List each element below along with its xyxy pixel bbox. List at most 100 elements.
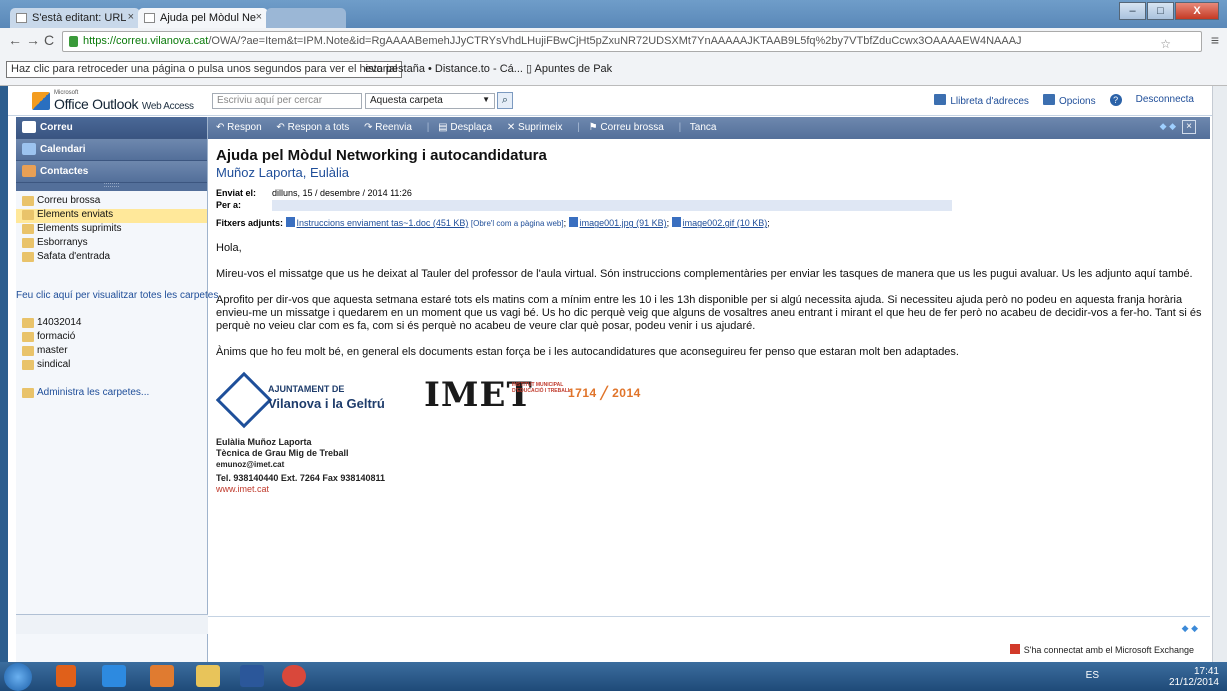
menu-icon[interactable]: ≡: [1211, 32, 1219, 48]
recipients-field: [272, 200, 952, 212]
new-tab-button[interactable]: [266, 8, 346, 28]
folder-master[interactable]: master: [16, 345, 208, 359]
image-icon: [671, 217, 681, 228]
move-button[interactable]: ▤ Desplaça: [438, 122, 498, 133]
tab-label: Ajuda pel Mòdul Ne: [160, 12, 257, 24]
exchange-icon: [1009, 644, 1020, 654]
owa-header: Microsoft Office Outlook Web Access Escr…: [8, 86, 1212, 116]
options-icon: [1042, 94, 1055, 105]
mail-icon: [22, 121, 36, 133]
paragraph-3: Ànims que ho feu molt bé, en general els…: [216, 346, 959, 359]
back-icon[interactable]: ←: [8, 32, 22, 48]
folder-icon: [22, 360, 34, 370]
folder-icon: [22, 210, 34, 220]
media-player-icon[interactable]: [56, 665, 76, 687]
nav-calendar[interactable]: Calendari: [16, 139, 207, 161]
language-indicator[interactable]: ES: [1086, 670, 1099, 681]
close-window-button[interactable]: X: [1175, 2, 1219, 20]
office-logo-icon: [32, 92, 50, 110]
to-row: Per a:: [216, 200, 1210, 212]
attachment-doc[interactable]: Instruccions enviament tas~1.doc (451 KB…: [297, 218, 469, 228]
junk-button[interactable]: ⚑ Correu brossa: [589, 122, 670, 133]
minimize-button[interactable]: –: [1119, 2, 1146, 20]
folder-inbox[interactable]: Safata d'entrada: [16, 251, 207, 265]
message-sender[interactable]: Muñoz Laporta, Eulàlia: [216, 165, 1210, 180]
attachment-jpg[interactable]: image001.jpg (91 KB): [580, 218, 667, 228]
contacts-icon: [22, 165, 36, 177]
nav-mail[interactable]: Correu: [16, 117, 207, 139]
maximize-button[interactable]: □: [1147, 2, 1174, 20]
page-icon: [16, 13, 27, 23]
book-icon: [934, 94, 947, 105]
folder-junk[interactable]: Correu brossa: [16, 195, 207, 209]
page-scrollbar[interactable]: [1212, 86, 1227, 662]
folder-icon: [22, 332, 34, 342]
open-as-webpage-link[interactable]: [Obre'l com a pàgina web]: [471, 219, 564, 228]
explorer-icon[interactable]: [196, 665, 220, 687]
folder-icon: [22, 238, 34, 248]
paragraph-2: Aprofito per dir-vos que aquesta setmana…: [216, 294, 1202, 333]
tab-editing-url[interactable]: S'està editant: URL ×: [10, 8, 140, 28]
signature-block: Eulàlia Muñoz Laporta Tècnica de Grau Mi…: [216, 437, 1210, 495]
forward-button[interactable]: ↷ Reenvia: [364, 122, 418, 133]
logout-link[interactable]: Desconnecta: [1136, 94, 1194, 107]
word-doc-icon: [285, 217, 295, 228]
close-message-button[interactable]: Tanca: [690, 122, 717, 133]
tab-label: S'està editant: URL: [32, 12, 127, 24]
app-icon[interactable]: [150, 665, 174, 687]
windows-taskbar: ES 17:41 21/12/2014: [0, 662, 1227, 691]
folder-formacio[interactable]: formació: [16, 331, 208, 345]
address-book-link[interactable]: Llibreta d'adreces: [934, 94, 1029, 107]
folder-14032014[interactable]: 14032014: [16, 317, 208, 331]
prev-next-icon[interactable]: ◆ ◆: [1160, 121, 1176, 132]
show-all-folders-link[interactable]: Feu clic aquí per visualitzar totes les …: [16, 290, 218, 301]
resize-grip[interactable]: ::::::::: [16, 182, 207, 191]
imet-logo: IMET: [424, 375, 533, 416]
delete-button[interactable]: ✕ Suprimeix: [507, 122, 569, 133]
star-icon[interactable]: ☆: [1160, 37, 1171, 51]
manage-folders-link[interactable]: Administra les carpetes...: [16, 387, 149, 401]
reply-button[interactable]: ↶ Respon: [216, 122, 268, 133]
forward-icon[interactable]: →: [26, 32, 40, 48]
url-path: /OWA/?ae=Item&t=IPM.Note&id=RgAAAABemehJ…: [208, 35, 1022, 47]
internet-explorer-icon[interactable]: [102, 665, 126, 687]
options-link[interactable]: Opcions: [1042, 94, 1096, 107]
folder-drafts[interactable]: Esborranys: [16, 237, 207, 251]
word-icon[interactable]: [240, 665, 264, 687]
start-button[interactable]: [4, 663, 32, 691]
close-icon[interactable]: ×: [1182, 120, 1196, 134]
website-link[interactable]: www.imet.cat: [216, 484, 1210, 495]
message-subject: Ajuda pel Mòdul Networking i autocandida…: [216, 147, 547, 164]
address-bar[interactable]: https://correu.vilanova.cat/OWA/?ae=Item…: [62, 31, 1202, 52]
folder-deleted[interactable]: Elements suprimits: [16, 223, 207, 237]
owa-app: Microsoft Office Outlook Web Access Escr…: [8, 86, 1212, 662]
nav-contacts[interactable]: Contactes: [16, 161, 207, 183]
help-icon[interactable]: ?: [1109, 94, 1122, 106]
folder-sent[interactable]: Elements enviats: [16, 209, 207, 223]
left-navigation: Correu Calendari Contactes :::::::: Corr…: [16, 117, 218, 662]
attachment-gif[interactable]: image002.gif (10 KB): [683, 218, 768, 228]
header-links: Llibreta d'adreces Opcions ? Desconnecta: [934, 94, 1194, 107]
search-input[interactable]: Escriviu aquí per cercar: [212, 93, 362, 109]
lock-icon: [69, 36, 78, 47]
back-tooltip: Haz clic para retroceder una página o pu…: [6, 61, 403, 78]
close-icon[interactable]: ×: [256, 11, 262, 23]
attachments-row: Fitxers adjunts: Instruccions enviament …: [216, 217, 770, 229]
close-icon[interactable]: ×: [128, 11, 134, 23]
bookmarks-bar[interactable]: eva pestaña • Distance.to - Cá... ▯ Apun…: [365, 62, 612, 75]
folder-icon: [22, 318, 34, 328]
chrome-icon[interactable]: [282, 665, 306, 687]
signature-logos: AJUNTAMENT DE Vilanova i la Geltrú IMET …: [216, 371, 1210, 429]
message-body: Hola, Mireu-vos el missatge que us he de…: [216, 242, 1210, 359]
sent-row: Enviat el: dilluns, 15 / desembre / 2014 …: [216, 188, 412, 198]
reload-icon[interactable]: C: [44, 32, 54, 48]
search-button[interactable]: ⌕: [497, 92, 513, 109]
clock-date[interactable]: 21/12/2014: [1169, 677, 1219, 688]
tab-active-mail[interactable]: Ajuda pel Mòdul Ne ×: [138, 8, 268, 28]
folder-sindical[interactable]: sindical: [16, 359, 208, 373]
clock-time[interactable]: 17:41: [1169, 666, 1219, 677]
reply-all-button[interactable]: ↶ Respon a tots: [276, 122, 355, 133]
search-scope-select[interactable]: Aquesta carpeta ▼: [365, 93, 495, 109]
folder-list: Correu brossa Elements enviats Elements …: [16, 191, 207, 265]
prev-next-icon[interactable]: ◆ ◆: [1182, 623, 1198, 634]
